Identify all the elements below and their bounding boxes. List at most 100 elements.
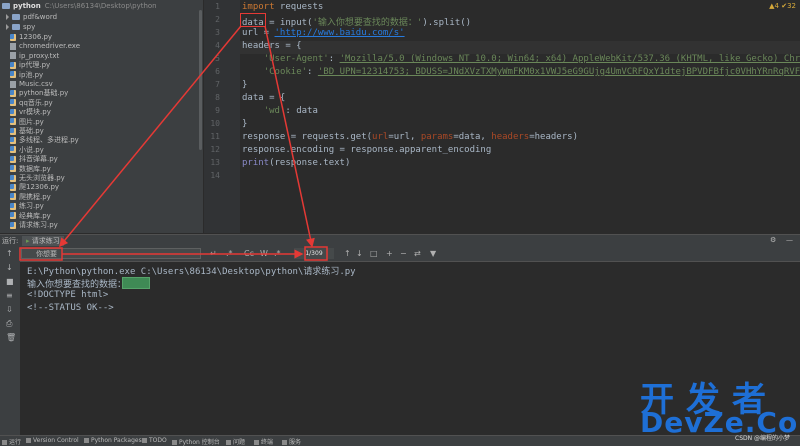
file-label: 小说.py bbox=[19, 145, 44, 154]
line-number: 4 bbox=[215, 41, 220, 50]
python-file-icon bbox=[10, 108, 16, 116]
toggle-selection-icon[interactable]: ⇄ bbox=[414, 249, 421, 258]
code-line-7: } bbox=[242, 80, 248, 90]
python-file-icon bbox=[10, 193, 16, 201]
file-label: chromedriver.exe bbox=[19, 42, 81, 51]
code-line-2: data = input('输入你想要查找的数据：').split() bbox=[242, 18, 472, 28]
line-number: 3 bbox=[215, 28, 220, 37]
file-label: vr模块.py bbox=[19, 108, 51, 117]
file-label: 爬携程.py bbox=[19, 192, 51, 201]
data-variable-highlight-box bbox=[240, 13, 266, 27]
python-file-icon bbox=[10, 183, 16, 191]
soft-wrap-icon[interactable]: ≡ bbox=[6, 291, 13, 300]
project-panel: python C:\Users\86134\Desktop\python pdf&… bbox=[0, 0, 204, 233]
run-label: 运行: bbox=[2, 237, 19, 245]
regex-toggle[interactable]: .* bbox=[226, 249, 233, 258]
code-line-1: import requests bbox=[242, 2, 324, 12]
file-label: 请求练习.py bbox=[19, 221, 58, 229]
add-occurrence-icon[interactable]: + bbox=[386, 249, 393, 258]
line-number: 6 bbox=[215, 67, 220, 76]
folder-icon bbox=[12, 24, 20, 30]
folder-icon bbox=[12, 14, 20, 20]
file-label: 12306.py bbox=[19, 33, 53, 41]
python-file-icon bbox=[10, 33, 16, 41]
settings-icon[interactable]: ⚙ bbox=[770, 236, 776, 244]
filter-icon[interactable]: ▼ bbox=[430, 249, 436, 258]
file-label: Music.csv bbox=[19, 80, 53, 88]
console-search-input[interactable]: 你想要 bbox=[21, 248, 201, 259]
arrow-up-icon[interactable]: ↑ bbox=[6, 249, 13, 258]
match-count: 1/309 bbox=[294, 248, 334, 259]
console-output-status: <!--STATUS OK--> bbox=[27, 303, 114, 313]
python-file-icon bbox=[10, 146, 16, 154]
editor-gutter: 1 2 3 4 5 6 7 8 9 10 11 12 13 14 bbox=[204, 0, 240, 233]
tool-python-packages[interactable]: Python Packages bbox=[84, 437, 142, 444]
file-label: 爬12306.py bbox=[19, 183, 60, 192]
python-file-icon bbox=[10, 174, 16, 182]
minimize-icon[interactable]: — bbox=[786, 236, 793, 244]
console-command-line: E:\Python\python.exe C:\Users\86134\Desk… bbox=[27, 267, 356, 277]
file-label: qq音乐.py bbox=[19, 98, 53, 107]
line-number: 7 bbox=[215, 80, 220, 89]
tree-folder-pdfword[interactable]: pdf&word bbox=[6, 12, 57, 22]
line-number: 8 bbox=[215, 93, 220, 102]
tree-folder-spy[interactable]: spy bbox=[6, 22, 35, 32]
python-file-icon bbox=[10, 71, 16, 79]
chevron-right-icon[interactable] bbox=[6, 14, 9, 20]
bottom-tool-bar: 运行 Version Control Python Packages TODO … bbox=[0, 435, 800, 446]
trash-icon[interactable]: 🗑 bbox=[6, 333, 16, 342]
project-scrollbar[interactable] bbox=[199, 10, 202, 150]
python-file-icon bbox=[10, 118, 16, 126]
run-tab[interactable]: ▸ 请求练习 bbox=[22, 236, 64, 246]
code-line-6: 'Cookie': 'BD_UPN=12314753; BDUSS=JNdXVz… bbox=[263, 67, 800, 77]
remove-occurrence-icon[interactable]: − bbox=[400, 249, 407, 258]
code-line-4: headers = { bbox=[242, 41, 302, 51]
console-search-bar: ⌕ 你想要 ↵ .* Cc W .* 1/309 ↑ ↓ □ + − ⇄ ▼ bbox=[20, 247, 800, 262]
code-line-10: } bbox=[242, 119, 248, 129]
python-file-icon bbox=[10, 212, 16, 220]
match-case-toggle[interactable]: Cc bbox=[244, 249, 254, 258]
scroll-to-end-icon[interactable]: ⇩ bbox=[6, 305, 13, 314]
inspection-warnings[interactable]: ▲4 ✔32 bbox=[769, 2, 796, 10]
project-root[interactable]: python C:\Users\86134\Desktop\python bbox=[2, 1, 157, 11]
chevron-right-icon[interactable] bbox=[6, 24, 9, 30]
arrow-down-icon[interactable]: ↓ bbox=[6, 263, 13, 272]
python-file-icon bbox=[10, 99, 16, 107]
print-icon[interactable]: ⎙ bbox=[6, 319, 12, 329]
run-toolbar: ↑ ↓ ■ ≡ ⇩ ⎙ 🗑 bbox=[0, 247, 21, 435]
next-occurrence-icon[interactable]: ↓ bbox=[356, 249, 363, 258]
code-line-3: url = 'http://www.baidu.com/s' bbox=[242, 28, 405, 38]
select-all-occurrences-icon[interactable]: □ bbox=[370, 249, 378, 258]
file-icon bbox=[10, 80, 16, 88]
line-number: 11 bbox=[210, 132, 220, 141]
line-number: 2 bbox=[215, 15, 220, 24]
console-input-highlight[interactable] bbox=[122, 277, 150, 289]
line-number: 1 bbox=[215, 2, 220, 11]
code-line-12: response.encoding = response.apparent_en… bbox=[242, 145, 492, 155]
file-label: 图片.py bbox=[19, 117, 44, 126]
tool-todo[interactable]: TODO bbox=[142, 437, 167, 444]
python-file-icon bbox=[10, 155, 16, 163]
previous-occurrence-icon[interactable]: ↑ bbox=[344, 249, 351, 258]
file-icon bbox=[10, 52, 16, 60]
folder-label: pdf&word bbox=[23, 13, 58, 21]
whole-words-toggle[interactable]: W bbox=[260, 249, 268, 258]
file-label: python基础.py bbox=[19, 89, 69, 98]
file-label: ip代理.py bbox=[19, 61, 51, 70]
python-file-icon bbox=[10, 61, 16, 69]
line-number: 9 bbox=[215, 106, 220, 115]
line-number: 10 bbox=[210, 119, 220, 128]
tool-version-control[interactable]: Version Control bbox=[26, 437, 79, 444]
code-editor[interactable]: ▲4 ✔32 import requests data = input('输入你… bbox=[240, 0, 800, 233]
python-file-icon bbox=[10, 202, 16, 210]
stop-icon[interactable]: ■ bbox=[6, 277, 14, 286]
line-number: 14 bbox=[210, 171, 220, 180]
folder-icon bbox=[2, 3, 10, 9]
project-root-path: C:\Users\86134\Desktop\python bbox=[44, 2, 157, 10]
console-prompt: 输入你想要查找的数据： bbox=[27, 280, 127, 290]
tree-file[interactable]: 请求练习.py bbox=[10, 220, 58, 230]
regex-toggle-2[interactable]: .* bbox=[274, 249, 281, 258]
file-label: 无头浏览器.py bbox=[19, 174, 65, 182]
file-label: ip池.py bbox=[19, 70, 44, 79]
new-line-icon[interactable]: ↵ bbox=[210, 249, 217, 258]
